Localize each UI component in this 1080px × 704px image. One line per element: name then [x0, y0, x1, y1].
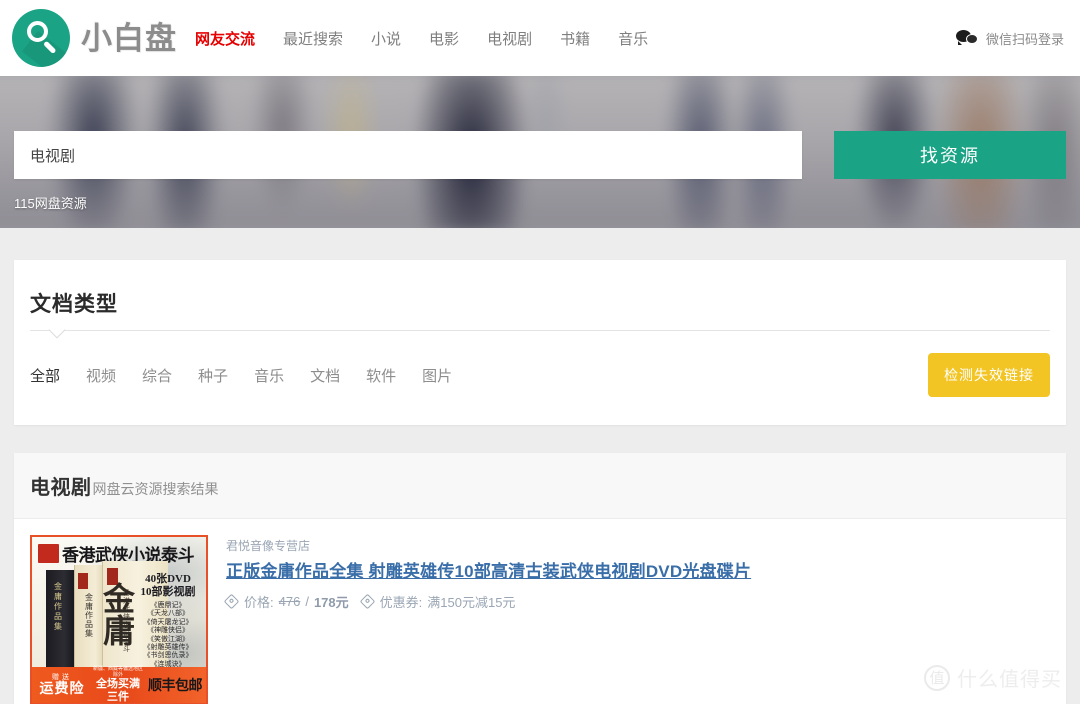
page-body: 文档类型 全部 视频 综合 种子 音乐 文档 软件 图片 检测失效链接 电视剧: [0, 260, 1080, 704]
check-dead-links-button[interactable]: 检测失效链接: [928, 353, 1050, 397]
thumbnail-promo-big: 运费险: [39, 681, 85, 697]
filter-tab-video[interactable]: 视频: [86, 365, 116, 386]
thumbnail-promo-mid: 全场买满三件: [96, 678, 140, 703]
search-input[interactable]: [14, 131, 802, 179]
promo-text-block: 君悦音像专营店 正版金庸作品全集 射雕英雄传10部高清古装武侠电视剧DVD光盘碟…: [223, 535, 1050, 704]
promo-thumbnail[interactable]: 香港武侠小说泰斗 金庸作品集 金庸作品集 香港武侠小说泰斗 金庸 40张DVD …: [30, 535, 208, 704]
filter-tab-image[interactable]: 图片: [422, 365, 452, 386]
search-results-card: 电视剧 网盘云资源搜索结果 香港武侠小说泰斗 金庸作品集 金庸作品集 香港武侠小…: [14, 453, 1066, 704]
filter-tab-list: 全部 视频 综合 种子 音乐 文档 软件 图片: [30, 365, 452, 386]
page-viewport: 小白盘 网友交流 最近搜索 小说 电影 电视剧 书籍 音乐 微信扫码登录 找资源…: [0, 0, 1080, 704]
nav-item-music[interactable]: 音乐: [618, 28, 648, 49]
search-results-body: 香港武侠小说泰斗 金庸作品集 金庸作品集 香港武侠小说泰斗 金庸 40张DVD …: [14, 519, 1066, 704]
filter-tab-software[interactable]: 软件: [366, 365, 396, 386]
search-circle-icon: [12, 9, 70, 67]
thumbnail-promo-right: 顺丰包邮: [148, 679, 203, 694]
hero-subtitle: 115网盘资源: [14, 196, 87, 211]
hero-search-banner: 找资源 115网盘资源: [0, 76, 1080, 228]
filter-divider: [30, 330, 1050, 331]
wechat-login-label: 微信扫码登录: [985, 31, 1064, 47]
filter-tab-music[interactable]: 音乐: [254, 365, 284, 386]
wechat-login-button[interactable]: 微信扫码登录: [955, 29, 1064, 48]
thumbnail-promo-bar: 赠送 运费险 新疆、西藏等偏远地区除外 全场买满三件 顺丰包邮: [32, 666, 206, 703]
results-heading-suffix: 网盘云资源搜索结果: [92, 481, 219, 497]
thumbnail-dvd-info: 40张DVD 10部影视剧: [136, 573, 200, 599]
thumbnail-book-spine-text: 金庸作品集: [54, 582, 62, 631]
nav-item-books[interactable]: 书籍: [560, 28, 590, 49]
promo-meta-row: 价格: 476 / 178元 优惠券: 满150元减15元: [223, 592, 1050, 611]
promo-price-current: 178元: [313, 595, 349, 610]
results-keyword: 电视剧: [30, 477, 92, 499]
promo-shop-name: 君悦音像专营店: [226, 539, 311, 553]
document-type-filter-card: 文档类型 全部 视频 综合 种子 音乐 文档 软件 图片 检测失效链接: [14, 260, 1066, 425]
thumbnail-dvd-count: 40张DVD: [145, 573, 191, 585]
filter-tab-torrent[interactable]: 种子: [198, 365, 228, 386]
filter-tab-document[interactable]: 文档: [310, 365, 340, 386]
thumbnail-book-middle-text: 金庸作品集: [85, 593, 93, 638]
search-button[interactable]: 找资源: [834, 131, 1066, 179]
thumbnail-series-count: 10部影视剧: [140, 586, 196, 598]
thumbnail-promo-small: 赠送: [52, 673, 72, 681]
thumbnail-promo-tiny: 新疆、西藏等偏远地区除外: [92, 666, 143, 678]
nav-item-tv[interactable]: 电视剧: [487, 28, 532, 49]
thumbnail-title-list: 《鹿鼎记》 《天龙八部》 《倚天屠龙记》 《神雕侠侣》 《笑傲江湖》 《射雕英雄…: [143, 601, 193, 676]
promo-price-label: 价格:: [244, 595, 274, 610]
nav-item-movie[interactable]: 电影: [429, 28, 459, 49]
promo-coupon-label: 优惠券:: [379, 595, 423, 610]
price-tag-icon: [223, 593, 240, 610]
nav-item-community[interactable]: 网友交流: [195, 28, 255, 49]
filter-tab-mixed[interactable]: 综合: [142, 365, 172, 386]
filter-card-title: 文档类型: [30, 293, 118, 316]
site-header: 小白盘 网友交流 最近搜索 小说 电影 电视剧 书籍 音乐 微信扫码登录: [0, 0, 1080, 76]
brand-name: 小白盘: [81, 20, 177, 56]
promo-price-separator: /: [305, 594, 309, 609]
coupon-tag-icon: [359, 593, 375, 610]
promo-title-link[interactable]: 正版金庸作品全集 射雕英雄传10部高清古装武侠电视剧DVD光盘碟片: [226, 561, 751, 583]
thumbnail-book-middle: 金庸作品集: [74, 565, 104, 673]
nav-item-recent-search[interactable]: 最近搜索: [283, 28, 343, 49]
promo-price-original: 476: [278, 594, 301, 609]
wechat-icon: [955, 30, 978, 46]
search-results-header: 电视剧 网盘云资源搜索结果: [14, 453, 1066, 519]
nav-item-novel[interactable]: 小说: [371, 28, 401, 49]
promo-coupon-value: 满150元减15元: [427, 595, 516, 610]
main-nav: 网友交流 最近搜索 小说 电影 电视剧 书籍 音乐: [195, 28, 648, 49]
filter-tab-all[interactable]: 全部: [30, 365, 60, 386]
brand-logo[interactable]: 小白盘: [12, 9, 177, 67]
thumbnail-book-left: 金庸作品集: [46, 570, 76, 670]
seal-icon: [38, 543, 59, 563]
